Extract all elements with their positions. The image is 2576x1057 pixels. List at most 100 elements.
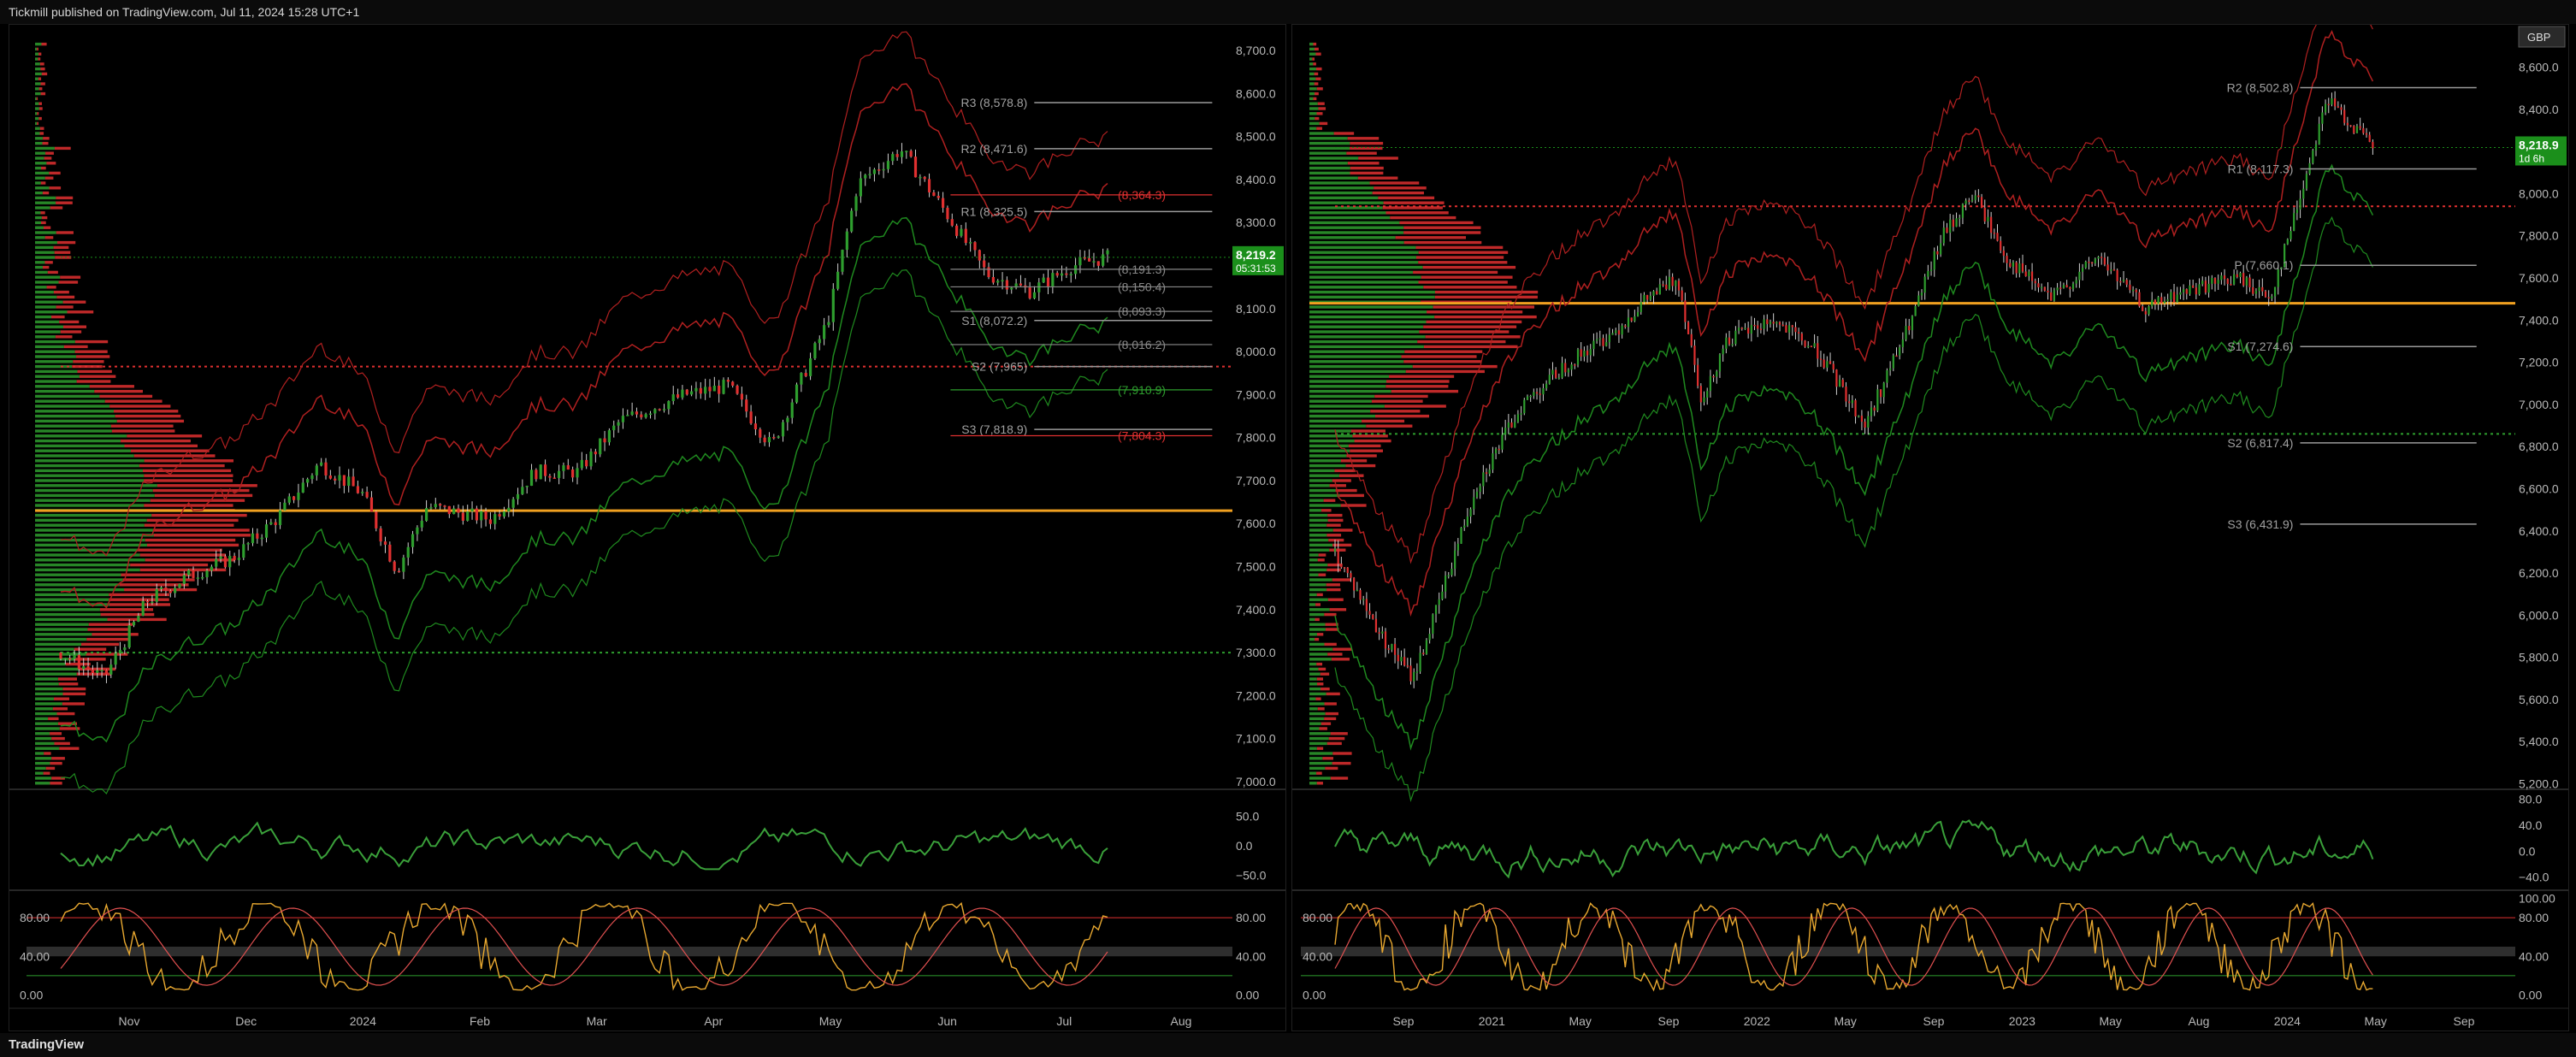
candle-body xyxy=(718,386,721,394)
y-tick-label: 8,500.0 xyxy=(1236,130,1276,144)
candle-body xyxy=(1800,334,1803,341)
candle-body xyxy=(1475,492,1479,498)
volume-profile-bar-down xyxy=(38,52,42,56)
candle-body xyxy=(1488,469,1491,475)
candle-body xyxy=(274,522,277,526)
volume-profile-bar-up xyxy=(35,712,57,716)
candle-body xyxy=(2264,291,2267,298)
volume-profile-bar-down xyxy=(1350,429,1385,433)
candle-body xyxy=(205,570,209,577)
candle-body xyxy=(1675,280,1677,286)
candle-body xyxy=(2223,275,2226,280)
volume-profile-bar-down xyxy=(127,434,203,438)
volume-profile-bar-up xyxy=(1309,603,1316,606)
volume-profile-bar-up xyxy=(1309,290,1435,294)
candle-body xyxy=(900,151,904,157)
last-price-value: 8,219.2 xyxy=(1236,248,1276,262)
volume-profile-bar-up xyxy=(1309,628,1326,631)
candle-body xyxy=(1514,422,1516,428)
candle-body xyxy=(1615,330,1617,334)
volume-profile-bar-up xyxy=(35,682,59,686)
candle-body xyxy=(1942,227,1945,244)
volume-profile-bar-up xyxy=(35,761,50,765)
candle-body xyxy=(936,195,940,198)
volume-profile-bar-down xyxy=(1378,196,1435,200)
volume-profile-bar-down xyxy=(51,315,65,319)
volume-profile-bar-up xyxy=(35,747,60,750)
left-chart-svg[interactable]: 8,700.08,600.08,500.08,400.08,300.08,200… xyxy=(9,25,1285,1030)
candle-body xyxy=(1974,195,1976,200)
candle-body xyxy=(457,508,460,513)
y-tick-label: 7,200.0 xyxy=(1236,688,1276,702)
volume-profile-bar-up xyxy=(35,628,88,631)
candle-body xyxy=(2157,297,2159,304)
candle-body xyxy=(292,496,296,500)
candle-body xyxy=(1731,344,1734,345)
candle-body xyxy=(2312,150,2314,163)
y-tick-label: 8,000.0 xyxy=(2519,186,2559,200)
candle-body xyxy=(1042,277,1045,283)
pivot-level-label: R1 (8,325.5) xyxy=(960,204,1027,218)
candle-body xyxy=(264,524,269,538)
volume-profile-bar-down xyxy=(1324,717,1337,721)
candle-body xyxy=(836,271,840,289)
volume-profile-bar-down xyxy=(1352,434,1388,438)
candle-body xyxy=(681,389,684,398)
volume-profile-bar-down xyxy=(1427,310,1523,314)
candle-body xyxy=(1851,400,1853,404)
volume-profile-bar-up xyxy=(35,261,45,264)
right-chart-panel[interactable]: 8,600.08,400.08,200.08,000.07,800.07,600… xyxy=(1291,0,2569,1031)
volume-profile-bar-down xyxy=(74,340,109,344)
candle-body xyxy=(2233,274,2236,285)
candle-body xyxy=(2034,280,2036,284)
x-tick-label: May xyxy=(2364,1014,2386,1028)
candle-body xyxy=(2327,103,2330,106)
volume-profile-bar-down xyxy=(1332,752,1352,755)
stoch-right-tick: 80.00 xyxy=(2519,911,2549,924)
candle-body xyxy=(1908,326,1911,331)
candle-body xyxy=(1473,497,1475,510)
y-tick-label: 7,500.0 xyxy=(1236,560,1276,574)
volume-profile-bar-down xyxy=(1422,265,1516,269)
volume-profile-bar-up xyxy=(35,771,44,775)
candle-body xyxy=(1687,322,1690,334)
volume-profile-bar-up xyxy=(1309,568,1327,572)
volume-profile-bar-down xyxy=(40,92,46,96)
volume-profile-bar-up xyxy=(1309,310,1427,314)
candle-body xyxy=(1333,548,1337,552)
volume-profile-bar-up xyxy=(1309,429,1351,433)
volume-profile-bar-down xyxy=(62,692,86,696)
candle-body xyxy=(2207,283,2210,293)
right-chart-svg[interactable]: 8,600.08,400.08,200.08,000.07,800.07,600… xyxy=(1292,0,2568,1030)
candle-body xyxy=(978,250,981,261)
candle-body xyxy=(1498,448,1500,451)
candle-body xyxy=(969,242,972,244)
candle-body xyxy=(1501,434,1504,450)
volume-profile-bar-down xyxy=(44,156,52,160)
candle-body xyxy=(1706,391,1709,398)
candle-body xyxy=(278,510,282,526)
x-tick-label: 2021 xyxy=(1479,1014,1505,1028)
volume-profile-bar-down xyxy=(40,211,45,215)
candle-body xyxy=(1520,413,1522,415)
candle-body xyxy=(1557,377,1560,380)
candle-body xyxy=(1350,573,1352,578)
candle-body xyxy=(1892,355,1894,369)
volume-profile-bar-down xyxy=(1346,454,1377,458)
candle-body xyxy=(402,557,405,572)
candle-body xyxy=(521,487,524,494)
candle-body xyxy=(2000,240,2002,251)
left-chart-panel[interactable]: 8,700.08,600.08,500.08,400.08,300.08,200… xyxy=(9,24,1286,1031)
candle-body xyxy=(1778,322,1781,325)
candle-body xyxy=(91,670,95,673)
volume-profile-bar-up xyxy=(35,687,63,691)
candle-body xyxy=(594,452,597,455)
volume-profile-bar-down xyxy=(55,335,73,339)
candle-body xyxy=(1759,328,1763,330)
volume-profile-bar-down xyxy=(150,499,245,502)
volume-profile-bar-down xyxy=(1346,151,1377,155)
volume-profile-bar-down xyxy=(1333,132,1355,135)
candle-body xyxy=(2050,292,2053,301)
side-level-label: (8,093.3) xyxy=(1118,304,1166,318)
tradingview-logo-text[interactable]: TradingView xyxy=(9,1037,84,1052)
